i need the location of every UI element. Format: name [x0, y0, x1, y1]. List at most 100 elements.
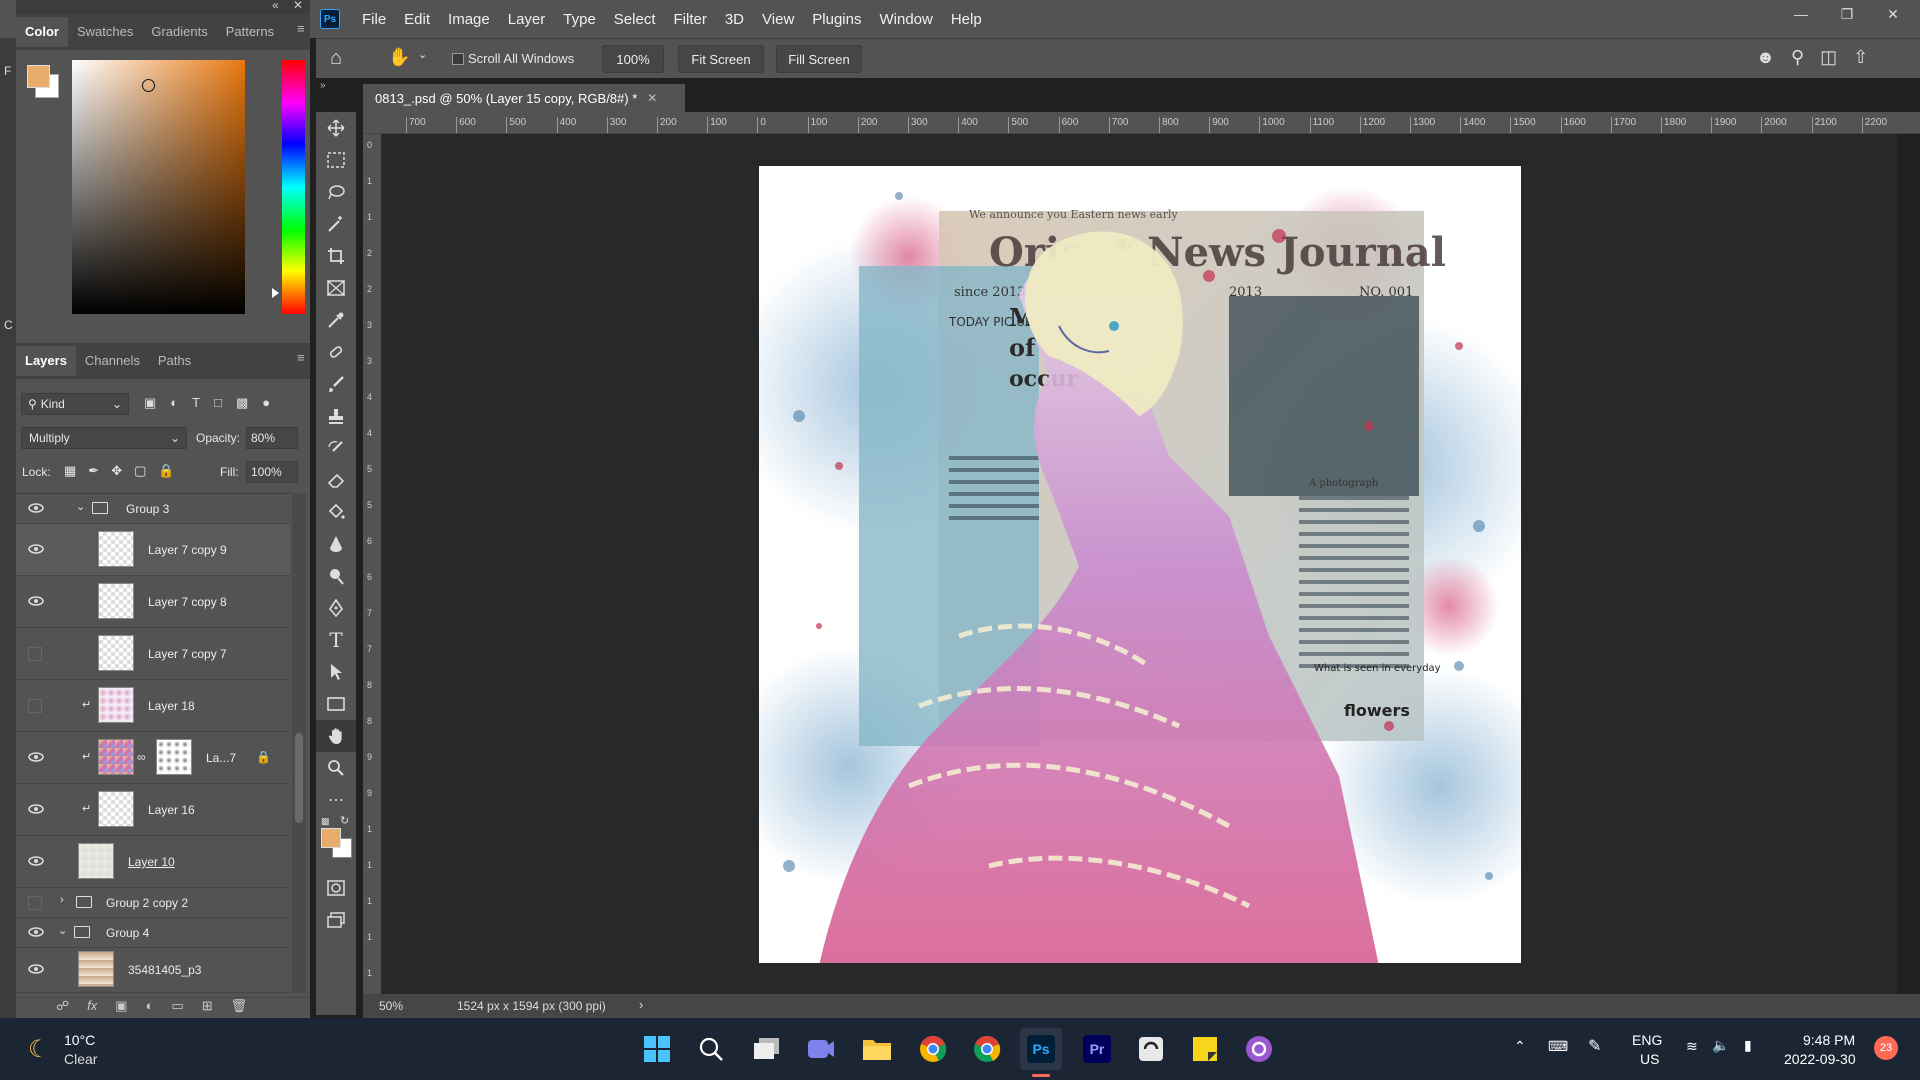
layer-row-group-4[interactable]: ⌄ Group 4	[16, 918, 290, 948]
chrome-canary-icon[interactable]	[912, 1028, 954, 1070]
file-explorer-icon[interactable]	[856, 1028, 898, 1070]
menu-edit[interactable]: Edit	[395, 11, 439, 28]
saturation-brightness-field[interactable]	[72, 60, 245, 314]
menu-window[interactable]: Window	[870, 11, 941, 28]
rectangle-tool-icon[interactable]	[316, 688, 356, 720]
visibility-eye-icon[interactable]	[28, 502, 46, 516]
fill-screen-button[interactable]: Fill Screen	[776, 45, 862, 73]
path-selection-tool-icon[interactable]	[316, 656, 356, 688]
premiere-taskbar-icon[interactable]: Pr	[1076, 1028, 1118, 1070]
filter-pixel-icon[interactable]: ▣	[144, 395, 156, 411]
hand-tool-icon[interactable]: ✋	[388, 47, 410, 68]
visibility-off-box[interactable]	[28, 699, 42, 713]
tab-paths[interactable]: Paths	[149, 346, 200, 376]
volume-icon[interactable]: 🔈	[1712, 1037, 1729, 1054]
notification-badge[interactable]: 23	[1874, 1036, 1898, 1060]
chevron-up-icon[interactable]: ⌃	[1514, 1038, 1526, 1055]
teams-chat-icon[interactable]	[800, 1028, 842, 1070]
layers-scrollbar[interactable]	[292, 493, 306, 993]
visibility-eye-icon[interactable]	[28, 855, 46, 869]
workspace-icon[interactable]: ◫	[1820, 47, 1837, 68]
tab-color[interactable]: Color	[16, 17, 68, 47]
layer-row-layer-18[interactable]: ↵ Layer 18	[16, 680, 290, 732]
menu-image[interactable]: Image	[439, 11, 499, 28]
clock-date[interactable]: 2022-09-30	[1784, 1051, 1856, 1067]
menu-layer[interactable]: Layer	[499, 11, 555, 28]
layers-menu-icon[interactable]: ≡	[288, 343, 314, 373]
visibility-eye-icon[interactable]	[28, 963, 46, 977]
minimize-icon[interactable]: —	[1778, 0, 1824, 28]
tab-patterns[interactable]: Patterns	[217, 17, 283, 47]
layer-row-la-7[interactable]: ↵ ∞ La...7 🔒	[16, 732, 290, 784]
pen-icon[interactable]: ✎	[1588, 1036, 1601, 1056]
clipboard-app-icon[interactable]	[1130, 1028, 1172, 1070]
layer-row-layer-7-copy-9[interactable]: Layer 7 copy 9	[16, 524, 290, 576]
layer-mask-thumbnail[interactable]	[156, 739, 192, 775]
export-icon[interactable]: ⇧	[1853, 47, 1868, 68]
lock-artboard-icon[interactable]: ▢	[134, 463, 146, 479]
restore-icon[interactable]: ❐	[1824, 0, 1870, 28]
clone-stamp-tool-icon[interactable]	[316, 400, 356, 432]
chevron-down-icon[interactable]: ⌄	[418, 48, 427, 61]
layers-scrollbar-thumb[interactable]	[295, 733, 303, 823]
blend-mode-select[interactable]: Multiply ⌄	[21, 427, 187, 449]
opacity-input[interactable]: 80%	[246, 427, 298, 449]
visibility-eye-icon[interactable]	[28, 926, 46, 940]
blur-tool-icon[interactable]	[316, 528, 356, 560]
language-secondary[interactable]: US	[1640, 1051, 1659, 1067]
menu-3d[interactable]: 3D	[716, 11, 753, 28]
fit-screen-button[interactable]: Fit Screen	[678, 45, 764, 73]
hue-slider[interactable]	[282, 60, 305, 314]
home-icon[interactable]: ⌂	[330, 47, 342, 70]
close-tab-icon[interactable]: ✕	[647, 91, 657, 105]
zoom-tool-icon[interactable]	[316, 752, 356, 784]
layer-filter-select[interactable]: ⚲ Kind ⌄	[21, 393, 129, 415]
foreground-color-swatch[interactable]	[27, 65, 50, 88]
chrome-icon[interactable]	[966, 1028, 1008, 1070]
menu-plugins[interactable]: Plugins	[803, 11, 870, 28]
filter-adjustment-icon[interactable]: ◐	[170, 395, 178, 411]
frame-tool-icon[interactable]	[316, 272, 356, 304]
menu-filter[interactable]: Filter	[665, 11, 716, 28]
visibility-off-box[interactable]	[28, 896, 42, 910]
chevron-right-icon[interactable]: ›	[639, 997, 643, 1012]
visibility-eye-icon[interactable]	[28, 595, 46, 609]
clock-time[interactable]: 9:48 PM	[1803, 1032, 1855, 1048]
new-layer-icon[interactable]: ⊞	[202, 998, 213, 1018]
weather-temperature[interactable]: 10°C	[64, 1032, 95, 1048]
type-tool-icon[interactable]: T	[316, 624, 356, 656]
layer-row-layer-7-copy-8[interactable]: Layer 7 copy 8	[16, 576, 290, 628]
filter-smart-object-icon[interactable]: ▩	[236, 395, 248, 411]
visibility-eye-icon[interactable]	[28, 803, 46, 817]
chevron-down-icon[interactable]: ⌄	[58, 924, 67, 937]
eraser-tool-icon[interactable]	[316, 464, 356, 496]
tab-gradients[interactable]: Gradients	[142, 17, 216, 47]
magic-wand-tool-icon[interactable]	[316, 208, 356, 240]
visibility-eye-icon[interactable]	[28, 543, 46, 557]
history-brush-tool-icon[interactable]	[316, 432, 356, 464]
filter-toggle-icon[interactable]: ●	[262, 395, 270, 411]
weather-moon-icon[interactable]: ☾	[28, 1035, 50, 1064]
panel-close-icon[interactable]: ✕	[293, 0, 303, 12]
scroll-all-windows-checkbox[interactable]	[452, 53, 464, 65]
lock-transparent-icon[interactable]: ▦	[64, 463, 76, 479]
lock-position-icon[interactable]: ✥	[111, 463, 122, 479]
layer-row-layer-10[interactable]: Layer 10	[16, 836, 290, 888]
color-picker-cursor[interactable]	[142, 79, 155, 92]
new-group-icon[interactable]: ▭	[171, 998, 183, 1018]
visibility-eye-icon[interactable]	[28, 751, 46, 765]
photoshop-taskbar-icon[interactable]: Ps	[1020, 1028, 1062, 1070]
dodge-tool-icon[interactable]	[316, 560, 356, 592]
swap-colors-icon[interactable]: ↻	[340, 814, 349, 827]
menu-help[interactable]: Help	[942, 11, 991, 28]
panel-menu-icon[interactable]: ≡	[288, 14, 314, 44]
new-adjustment-icon[interactable]: ◐	[146, 998, 154, 1018]
document-canvas[interactable]: We announce you Eastern news early Orien…	[759, 166, 1521, 963]
layer-row-35481405-p3[interactable]: 35481405_p3	[16, 947, 290, 993]
task-view-icon[interactable]	[746, 1028, 788, 1070]
tool-foreground-color[interactable]	[321, 828, 341, 848]
filter-shape-icon[interactable]: □	[214, 395, 222, 411]
move-tool-icon[interactable]	[316, 112, 356, 144]
status-zoom[interactable]: 50%	[379, 999, 403, 1013]
filter-type-icon[interactable]: T	[192, 395, 200, 411]
